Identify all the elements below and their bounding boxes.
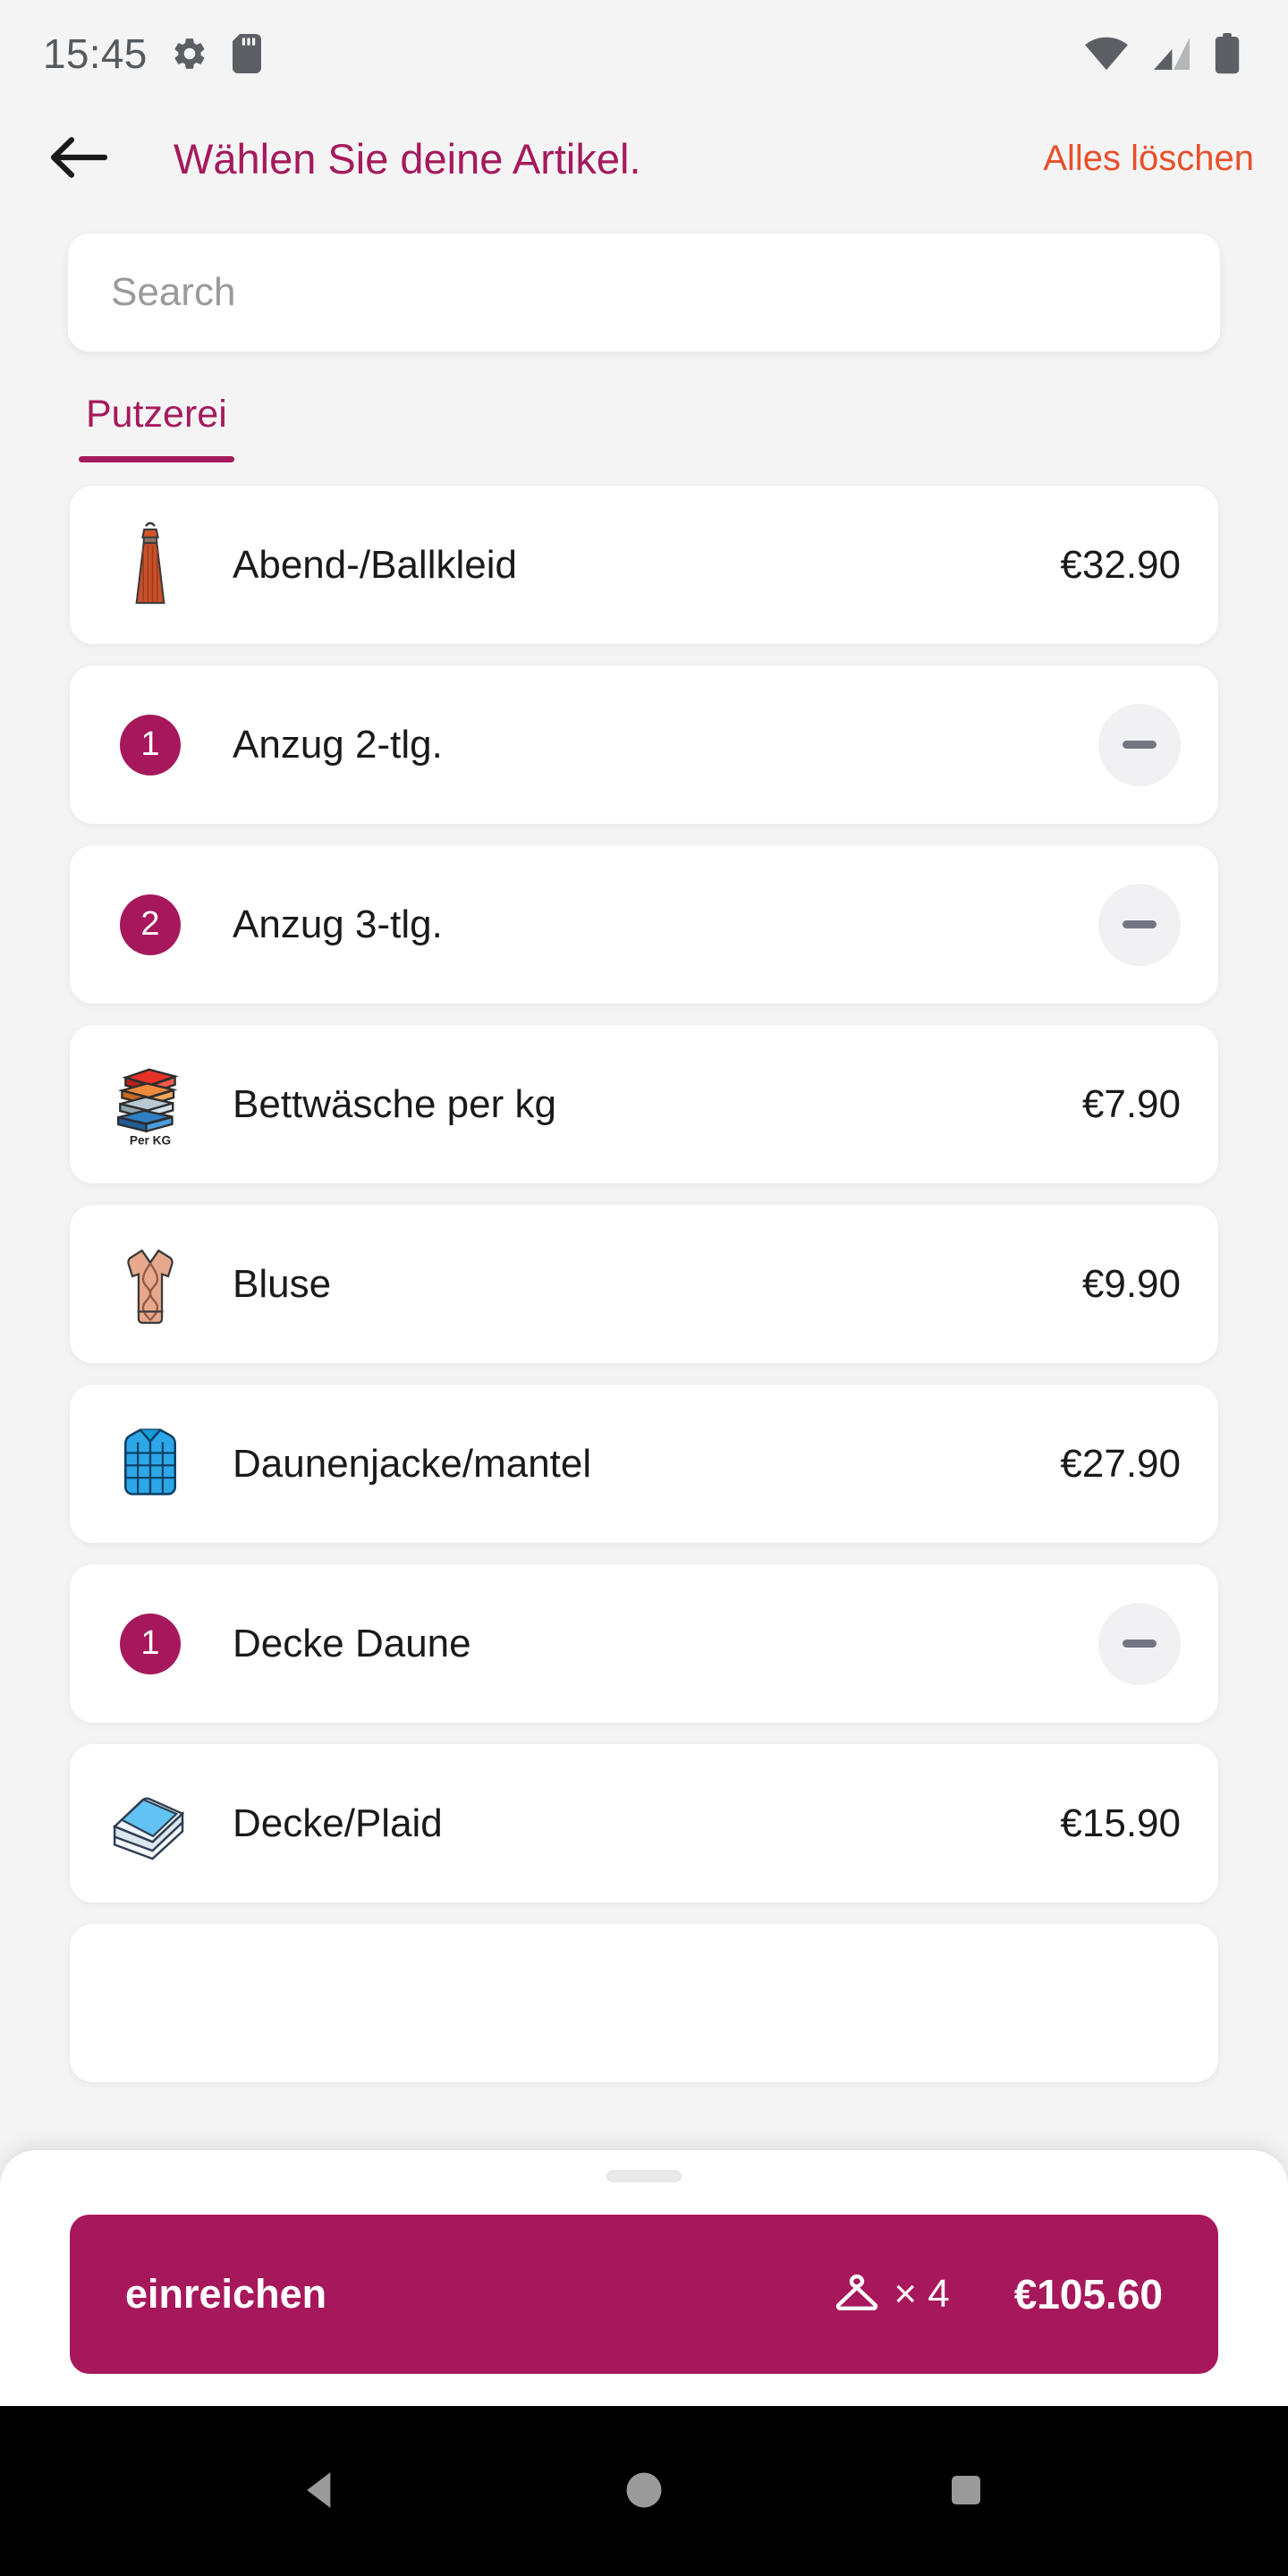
item-name: Anzug 3-tlg.	[233, 902, 443, 946]
submit-item-count: × 4	[894, 2272, 950, 2316]
quantity-badge: 1	[120, 1613, 181, 1674]
quantity-badge: 2	[120, 894, 181, 955]
svg-text:Per KG: Per KG	[130, 1133, 171, 1147]
page-title: Wählen Sie deine Artikel.	[174, 135, 641, 182]
nav-recents-button[interactable]	[912, 2437, 1020, 2545]
item-row[interactable]: Bluse €9.90	[70, 1205, 1218, 1363]
submit-summary: × 4 €105.60	[833, 2269, 1163, 2320]
item-price: €27.90	[1060, 1441, 1181, 1486]
battery-icon	[1215, 33, 1240, 74]
item-icon-slot: 2	[102, 877, 199, 973]
evening-dress-icon	[102, 517, 199, 614]
decrement-button[interactable]	[1098, 1602, 1181, 1685]
item-row-partial[interactable]	[70, 1924, 1218, 2082]
submit-total-price: €105.60	[1013, 2271, 1163, 2318]
bottom-sheet: einreichen × 4 €105.60	[0, 2150, 1288, 2406]
home-circle-icon	[621, 2467, 667, 2516]
wifi-icon	[1084, 36, 1129, 72]
item-row[interactable]: 2 Anzug 3-tlg.	[70, 845, 1218, 1004]
folded-blanket-icon	[102, 1775, 199, 1872]
item-row[interactable]: Per KG Bettwäsche per kg €7.90	[70, 1025, 1218, 1183]
nav-home-button[interactable]	[590, 2437, 698, 2545]
item-price: €15.90	[1060, 1801, 1181, 1845]
item-name: Bluse	[233, 1261, 332, 1306]
arrow-left-icon	[49, 134, 108, 183]
android-navigation-bar	[0, 2406, 1288, 2576]
decrement-button[interactable]	[1098, 703, 1181, 786]
blouse-icon	[102, 1236, 199, 1333]
item-row[interactable]: Abend-/Ballkleid €32.90	[70, 486, 1218, 644]
quantity-badge: 1	[120, 714, 181, 775]
back-button[interactable]	[36, 116, 122, 202]
gear-icon	[171, 35, 208, 72]
category-tabs: Putzerei	[0, 386, 1288, 462]
sd-card-icon	[232, 34, 266, 73]
tab-active-underline	[79, 456, 234, 462]
clothes-hanger-icon	[833, 2269, 881, 2320]
status-bar: 15:45	[0, 0, 1288, 107]
cellular-signal-icon	[1152, 36, 1191, 72]
item-icon-slot: 1	[102, 1596, 199, 1692]
item-price: €9.90	[1081, 1261, 1181, 1306]
item-name: Anzug 2-tlg.	[233, 722, 443, 767]
item-price: €32.90	[1060, 542, 1181, 587]
item-name: Daunenjacke/mantel	[233, 1441, 592, 1486]
search-section	[0, 210, 1288, 352]
item-name: Abend-/Ballkleid	[233, 542, 517, 587]
submit-button-label: einreichen	[125, 2271, 327, 2317]
item-name: Bettwäsche per kg	[233, 1081, 556, 1126]
app-screen: 15:45 Wählen Sie deine Artikel. Alles lö…	[0, 0, 1288, 2576]
recents-square-icon	[945, 2469, 987, 2514]
item-row[interactable]: Decke/Plaid €15.90	[70, 1744, 1218, 1902]
puffer-jacket-icon	[102, 1416, 199, 1513]
tab-label: Putzerei	[86, 393, 227, 436]
tab-putzerei[interactable]: Putzerei	[79, 386, 234, 462]
item-row[interactable]: Daunenjacke/mantel €27.90	[70, 1385, 1218, 1543]
status-bar-left: 15:45	[43, 30, 266, 78]
status-bar-right	[1084, 33, 1240, 74]
minus-icon	[1123, 920, 1157, 928]
nav-back-button[interactable]	[268, 2437, 376, 2545]
clear-all-button[interactable]: Alles löschen	[1043, 139, 1254, 179]
search-input[interactable]	[111, 270, 1177, 315]
minus-icon	[1123, 741, 1157, 749]
back-triangle-icon	[297, 2465, 347, 2518]
submit-button[interactable]: einreichen × 4 €105.60	[70, 2215, 1218, 2374]
item-row[interactable]: 1 Decke Daune	[70, 1564, 1218, 1723]
item-icon-slot: 1	[102, 697, 199, 793]
search-box[interactable]	[68, 233, 1220, 352]
folded-linens-icon: Per KG	[102, 1056, 199, 1153]
item-row[interactable]: 1 Anzug 2-tlg.	[70, 665, 1218, 824]
hanger-count-group: × 4	[833, 2269, 950, 2320]
item-name: Decke Daune	[233, 1621, 471, 1665]
item-price: €7.90	[1081, 1081, 1181, 1126]
decrement-button[interactable]	[1098, 883, 1181, 966]
minus-icon	[1123, 1640, 1157, 1648]
status-clock: 15:45	[43, 30, 148, 77]
item-name: Decke/Plaid	[233, 1801, 443, 1845]
bottom-sheet-drag-handle[interactable]	[606, 2170, 682, 2182]
app-bar: Wählen Sie deine Artikel. Alles löschen	[0, 107, 1288, 210]
